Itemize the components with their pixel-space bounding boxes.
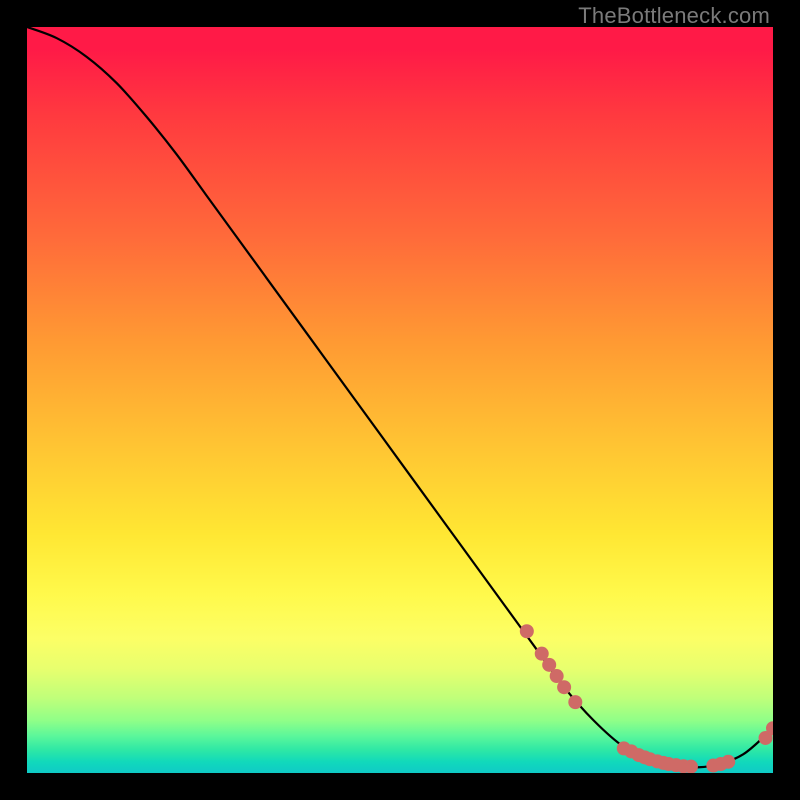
chart-stage: TheBottleneck.com: [0, 0, 800, 800]
watermark-text: TheBottleneck.com: [578, 3, 770, 29]
threshold-marker: [520, 624, 534, 638]
plot-area: [27, 27, 773, 773]
bottleneck-curve-line: [27, 27, 773, 767]
threshold-marker: [684, 760, 698, 773]
threshold-marker: [568, 695, 582, 709]
chart-svg: [27, 27, 773, 773]
threshold-markers-group: [520, 624, 773, 773]
threshold-marker: [557, 680, 571, 694]
threshold-marker: [721, 755, 735, 769]
